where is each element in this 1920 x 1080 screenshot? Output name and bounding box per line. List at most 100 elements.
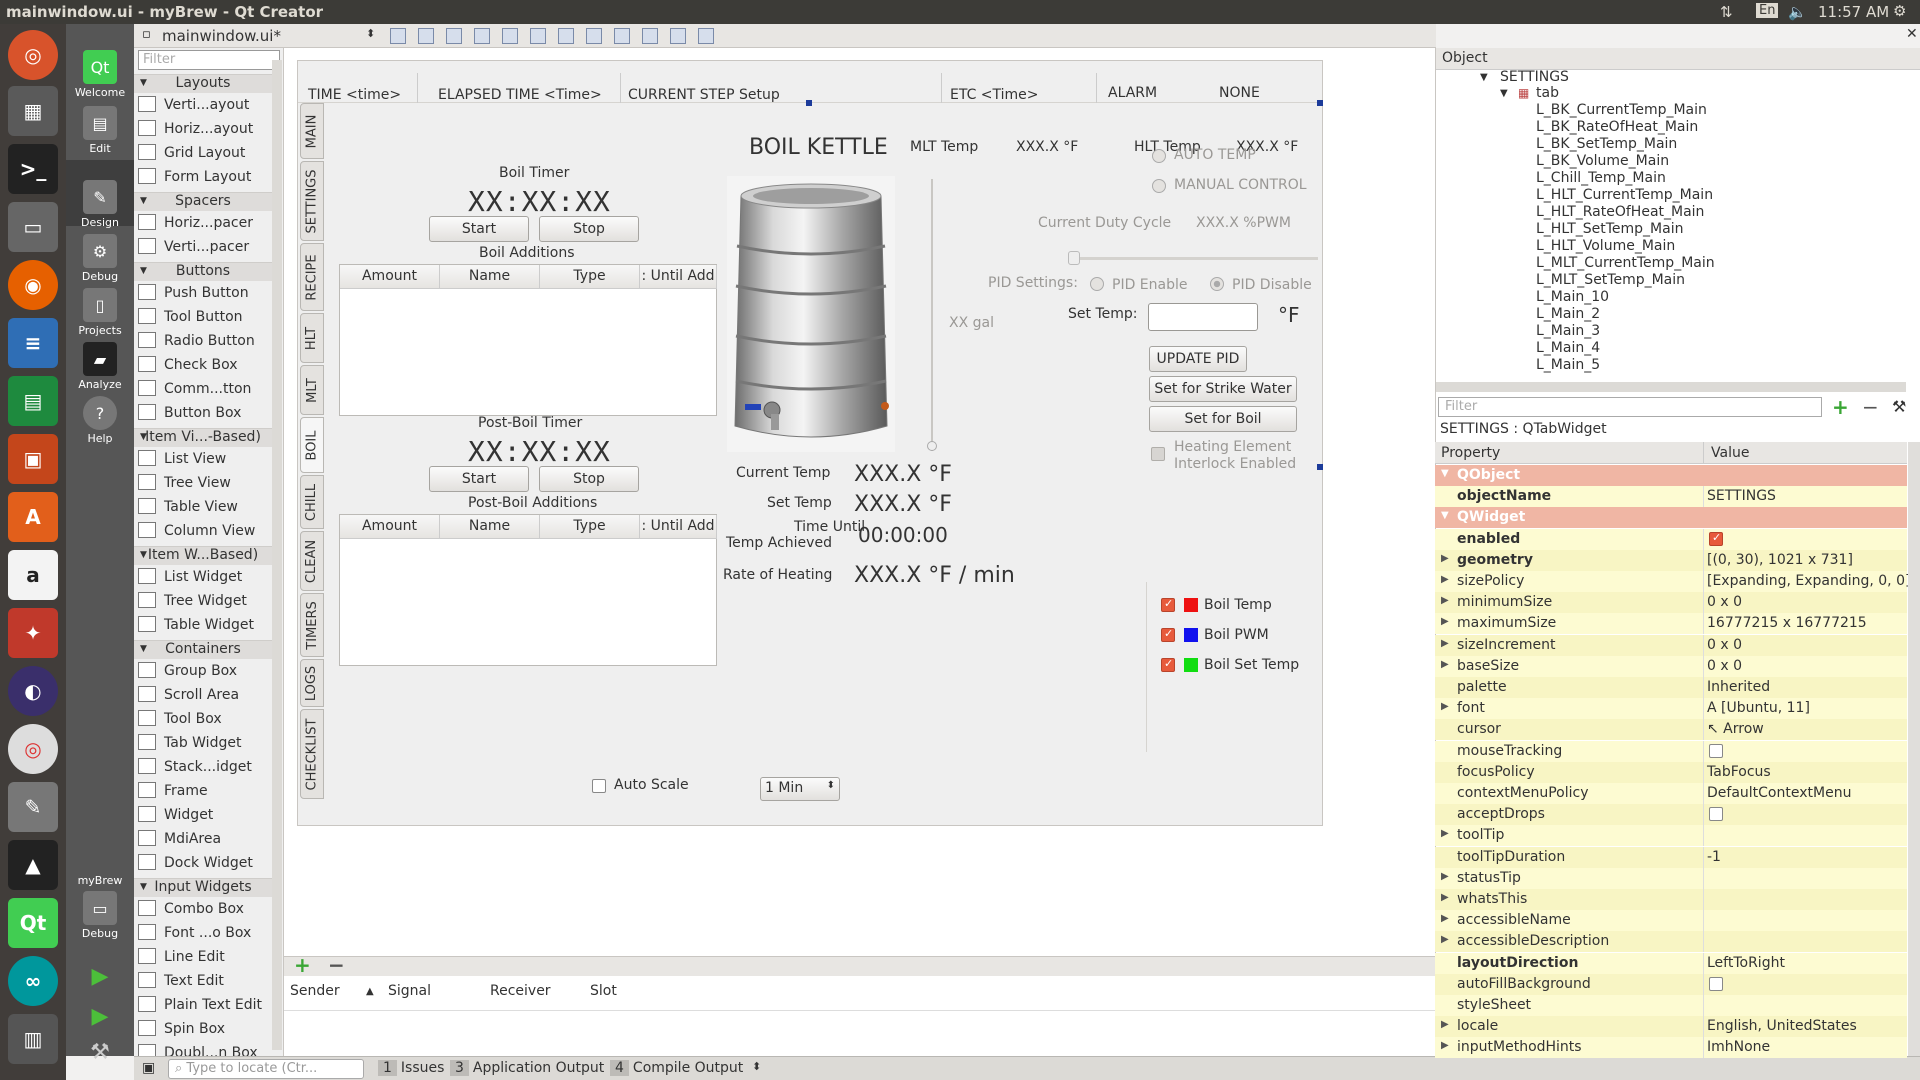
- chrome-icon[interactable]: ◎: [8, 724, 58, 774]
- property-value[interactable]: DefaultContextMenu: [1707, 785, 1851, 801]
- widget-item[interactable]: Font ...o Box: [138, 924, 278, 946]
- file-dropdown-arrow-icon[interactable]: ⬍: [366, 27, 375, 40]
- property-value[interactable]: ↖ Arrow: [1707, 721, 1764, 737]
- issues-pane-button[interactable]: 1 Issues: [378, 1060, 444, 1078]
- collapse-arrow-icon[interactable]: ▼: [140, 266, 147, 276]
- widget-item[interactable]: Button Box: [138, 404, 278, 426]
- tab-boil[interactable]: BOIL: [300, 417, 324, 473]
- widget-item[interactable]: List Widget: [138, 568, 278, 590]
- collapse-arrow-icon[interactable]: ▼: [140, 196, 147, 206]
- boil-temp-checkbox[interactable]: [1161, 597, 1175, 612]
- property-row[interactable]: ▶ accessibleName: [1435, 910, 1907, 932]
- duty-slider-handle[interactable]: [1068, 251, 1080, 265]
- widget-item[interactable]: Dock Widget: [138, 854, 278, 876]
- property-row[interactable]: styleSheet: [1435, 995, 1907, 1016]
- property-row[interactable]: toolTipDuration -1: [1435, 846, 1907, 868]
- property-row[interactable]: ▶ toolTip: [1435, 825, 1907, 847]
- tree-item[interactable]: L_MLT_SetTemp_Main: [1536, 272, 1685, 288]
- property-value[interactable]: English, UnitedStates: [1707, 1018, 1857, 1034]
- tree-item[interactable]: L_Main_5: [1536, 357, 1600, 373]
- firefox-icon[interactable]: ◉: [8, 260, 58, 310]
- volume-icon[interactable]: 🔈: [1788, 3, 1807, 21]
- expand-arrow-icon[interactable]: ▶: [1441, 574, 1449, 585]
- pid-enable-radio[interactable]: [1090, 277, 1104, 291]
- property-row[interactable]: ▶ accessibleDescription: [1435, 931, 1907, 953]
- collapse-arrow-icon[interactable]: ▼: [140, 432, 147, 442]
- collapse-arrow-icon[interactable]: ▼: [1441, 468, 1449, 479]
- application-output-pane-button[interactable]: 3 Application Output: [450, 1060, 604, 1078]
- more-panes-icon[interactable]: ⬍: [752, 1060, 761, 1078]
- property-row[interactable]: ▶ geometry [(0, 30), 1021 x 731]: [1435, 549, 1907, 571]
- boil-timer-start-button[interactable]: Start: [429, 216, 529, 242]
- widget-item[interactable]: Tool Box: [138, 710, 278, 732]
- widget-item[interactable]: List View: [138, 450, 278, 472]
- interlock-checkbox[interactable]: [1151, 447, 1165, 461]
- dash-icon[interactable]: ▦: [8, 86, 58, 136]
- tab-clean[interactable]: CLEAN: [300, 531, 324, 591]
- tree-item[interactable]: L_MLT_CurrentTemp_Main: [1536, 255, 1715, 271]
- widget-item[interactable]: Text Edit: [138, 972, 278, 994]
- edit-tab-order-icon[interactable]: [474, 28, 490, 44]
- selection-handle[interactable]: [1317, 100, 1323, 106]
- update-pid-button[interactable]: UPDATE PID: [1149, 346, 1247, 372]
- tree-child-tab[interactable]: tab: [1536, 85, 1559, 101]
- col-signal[interactable]: Signal: [388, 983, 431, 999]
- collapse-arrow-icon[interactable]: ▼: [1480, 72, 1488, 83]
- property-row[interactable]: ▶ inputMethodHints ImhNone: [1435, 1037, 1907, 1059]
- collapse-arrow-icon[interactable]: ▼: [140, 550, 147, 560]
- property-value[interactable]: 0 x 0: [1707, 637, 1742, 653]
- volume-slider-handle[interactable]: [927, 441, 937, 451]
- property-value[interactable]: LeftToRight: [1707, 955, 1785, 971]
- widget-category[interactable]: Layouts: [134, 74, 272, 93]
- mode-debug[interactable]: ⚙ Debug: [66, 234, 134, 283]
- tree-root[interactable]: SETTINGS: [1500, 69, 1569, 85]
- widget-item[interactable]: Combo Box: [138, 900, 278, 922]
- build-hammer-icon[interactable]: ⚒: [88, 1040, 112, 1065]
- expand-arrow-icon[interactable]: ▶: [1441, 638, 1449, 649]
- widget-item[interactable]: Scroll Area: [138, 686, 278, 708]
- tree-item[interactable]: L_Main_10: [1536, 289, 1609, 305]
- property-value[interactable]: 0 x 0: [1707, 594, 1742, 610]
- property-value[interactable]: ImhNone: [1707, 1039, 1770, 1055]
- tab-logs[interactable]: LOGS: [300, 659, 324, 707]
- table-header-amount[interactable]: Amount: [340, 265, 440, 289]
- widget-filter-input[interactable]: Filter: [138, 50, 280, 70]
- expand-arrow-icon[interactable]: ▶: [1441, 595, 1449, 606]
- expand-arrow-icon[interactable]: ▶: [1441, 616, 1449, 627]
- impress-icon[interactable]: ▣: [8, 434, 58, 484]
- table-header-until-add[interactable]: : Until Add: [640, 515, 717, 539]
- widget-item[interactable]: Group Box: [138, 662, 278, 684]
- duty-slider-track[interactable]: [1074, 257, 1318, 260]
- files-icon[interactable]: ▭: [8, 202, 58, 252]
- run-icon[interactable]: ▶: [88, 964, 112, 989]
- widget-item[interactable]: Widget: [138, 806, 278, 828]
- expand-arrow-icon[interactable]: ▶: [1441, 659, 1449, 670]
- property-checkbox[interactable]: [1709, 531, 1723, 546]
- property-row[interactable]: palette Inherited: [1435, 677, 1907, 698]
- tab-settings[interactable]: SETTINGS: [300, 161, 324, 241]
- table-header-amount[interactable]: Amount: [340, 515, 440, 539]
- inkscape-icon[interactable]: ▲: [8, 840, 58, 890]
- close-icon[interactable]: ✕: [1906, 26, 1918, 42]
- edit-widgets-icon[interactable]: [390, 28, 406, 44]
- layout-splitter-v-icon[interactable]: [586, 28, 602, 44]
- pid-disable-radio[interactable]: [1210, 277, 1224, 291]
- post-boil-timer-start-button[interactable]: Start: [429, 466, 529, 492]
- collapse-arrow-icon[interactable]: ▼: [140, 882, 147, 892]
- widget-item[interactable]: Tool Button: [138, 308, 278, 330]
- property-row[interactable]: ▶ locale English, UnitedStates: [1435, 1016, 1907, 1038]
- tree-item[interactable]: L_BK_CurrentTemp_Main: [1536, 102, 1707, 118]
- property-row[interactable]: cursor ↖ Arrow: [1435, 719, 1907, 741]
- property-checkbox[interactable]: [1709, 976, 1723, 991]
- property-checkbox[interactable]: [1709, 807, 1723, 822]
- expand-arrow-icon[interactable]: ▶: [1441, 828, 1449, 839]
- object-inspector-hscrollbar[interactable]: [1436, 382, 1906, 392]
- remove-connection-icon[interactable]: −: [328, 953, 345, 977]
- widget-item[interactable]: Plain Text Edit: [138, 996, 278, 1018]
- widget-item[interactable]: Form Layout: [138, 168, 278, 190]
- col-value[interactable]: Value: [1711, 445, 1749, 461]
- widget-item[interactable]: Verti...pacer: [138, 238, 278, 260]
- tab-main[interactable]: MAIN: [300, 103, 324, 159]
- selection-handle[interactable]: [806, 100, 812, 106]
- post-boil-timer-stop-button[interactable]: Stop: [539, 466, 639, 492]
